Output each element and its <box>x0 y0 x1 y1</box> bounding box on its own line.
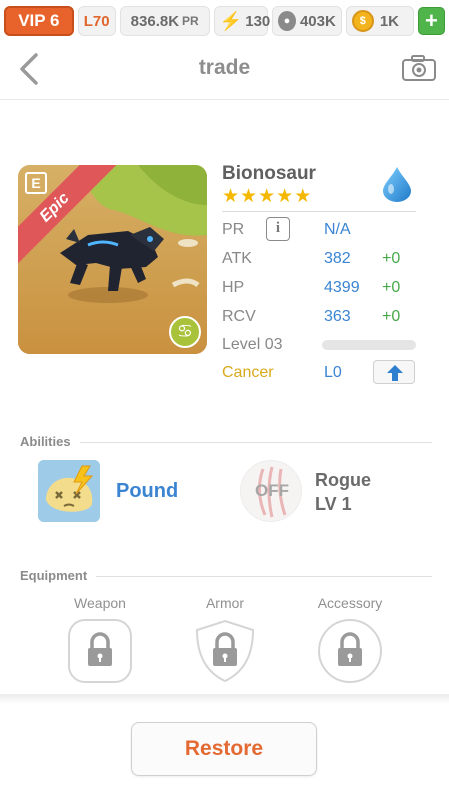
zodiac-level: L0 <box>324 364 342 381</box>
power-rating: 836.8K PR <box>119 6 210 36</box>
star-icon: ★ <box>222 185 241 207</box>
restore-button[interactable]: Restore <box>131 722 317 776</box>
card-badge-icon: E <box>25 172 47 194</box>
player-level: L70 <box>77 6 116 36</box>
coin-icon: $ <box>351 10 374 32</box>
stat-row-level: Level 03 <box>222 332 422 358</box>
star-icon: ★ <box>276 185 295 207</box>
accessory-label: Accessory <box>317 595 383 611</box>
food-value: 403K <box>299 12 336 30</box>
page-title: trade <box>198 56 251 79</box>
armor-slot[interactable] <box>192 618 258 684</box>
energy-counter[interactable]: ⚡ 130 <box>213 6 271 36</box>
pound-ability-button[interactable] <box>38 460 100 522</box>
atk-value: 382 <box>324 250 351 267</box>
status-bar: VIP 6 L70 836.8K PR ⚡ 130 ● 403K $ 1K + <box>0 0 449 42</box>
water-drop-icon <box>383 167 411 202</box>
gold-value: 1K <box>379 12 400 30</box>
stat-row-zodiac: Cancer L0 <box>222 360 422 386</box>
stat-row-rcv: RCV 363 +0 <box>222 304 422 330</box>
monster-portrait[interactable]: Epic E ♋ <box>18 165 207 354</box>
power-rating-value: 836.8K <box>130 12 180 30</box>
rcv-bonus: +0 <box>382 308 401 325</box>
energy-value: 130 <box>245 12 271 30</box>
atk-bonus: +0 <box>382 250 401 267</box>
page-header: trade <box>0 42 449 100</box>
armor-label: Armor <box>205 595 245 611</box>
paw-icon: ● <box>277 11 296 31</box>
stat-row-atk: ATK 382 +0 <box>222 246 422 272</box>
rcv-label: RCV <box>222 308 256 325</box>
stat-row-pr: PR i N/A <box>222 217 422 243</box>
camera-icon[interactable] <box>401 54 437 82</box>
zodiac-label: Cancer <box>222 364 274 381</box>
rogue-ability-name: Rogue <box>315 470 371 490</box>
power-rating-label: PR <box>182 14 199 28</box>
zodiac-icon: ♋ <box>169 316 201 348</box>
ability-status: OFF <box>255 481 289 500</box>
atk-label: ATK <box>222 250 252 267</box>
arrow-up-icon <box>387 365 403 381</box>
abilities-divider <box>80 442 432 443</box>
gold-counter[interactable]: $ 1K <box>345 6 414 36</box>
zodiac-upgrade-button[interactable] <box>373 360 415 384</box>
star-icon: ★ <box>240 185 259 207</box>
rogue-ability-button[interactable]: OFF <box>240 460 302 522</box>
stat-row-hp: HP 4399 +0 <box>222 275 422 301</box>
weapon-slot[interactable] <box>67 618 133 684</box>
level-label: Level 03 <box>222 336 283 353</box>
abilities-heading: Abilities <box>20 434 71 449</box>
hp-bonus: +0 <box>382 279 401 296</box>
food-counter[interactable]: ● 403K <box>271 6 342 36</box>
equipment-divider <box>96 576 432 577</box>
star-icon: ★ <box>258 185 277 207</box>
equipment-heading: Equipment <box>20 568 88 583</box>
vip-badge[interactable]: VIP 6 <box>4 6 74 36</box>
star-rating: ★★★★★ <box>222 185 312 207</box>
footer-divider <box>0 694 449 704</box>
monster-name: Bionosaur <box>222 163 316 184</box>
pr-value: N/A <box>324 221 351 238</box>
rogue-ability-level: LV 1 <box>315 494 352 514</box>
level-progress-bar <box>322 340 416 350</box>
star-icon: ★ <box>294 185 313 207</box>
accessory-slot[interactable] <box>317 618 383 684</box>
stat-divider <box>222 211 416 212</box>
rcv-value: 363 <box>324 308 351 325</box>
pr-label: PR <box>222 221 245 238</box>
lightning-icon: ⚡ <box>219 10 243 31</box>
add-currency-button[interactable]: + <box>417 7 445 35</box>
info-button[interactable]: i <box>266 217 290 241</box>
pound-icon <box>38 460 100 522</box>
weapon-label: Weapon <box>74 595 126 611</box>
hp-value: 4399 <box>324 279 360 296</box>
hp-label: HP <box>222 279 245 296</box>
pound-ability-name[interactable]: Pound <box>116 480 178 503</box>
